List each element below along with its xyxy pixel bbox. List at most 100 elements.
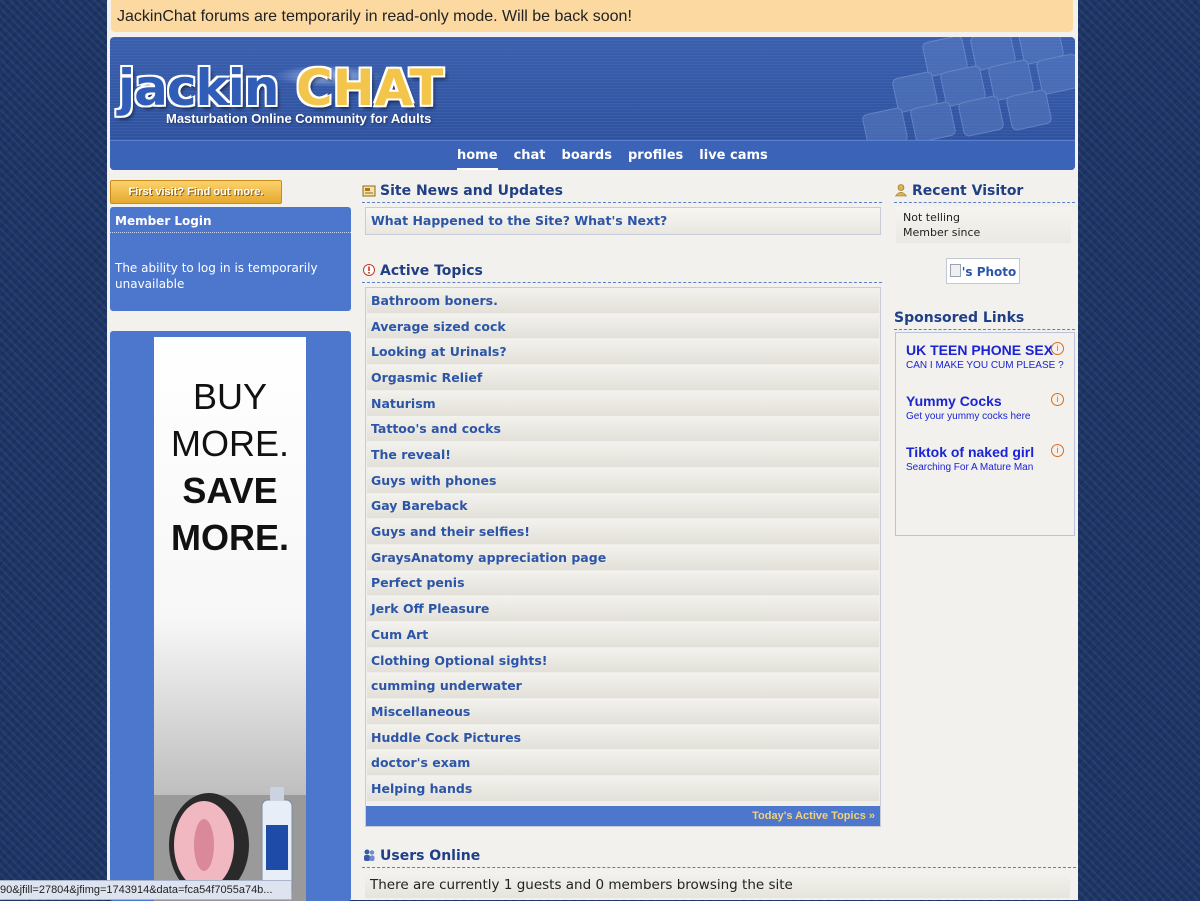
- sponsored-link-title[interactable]: Tiktok of naked girl: [906, 444, 1066, 460]
- advertisement-box: BUY MORE. SAVE MORE.: [110, 331, 351, 901]
- topic-link[interactable]: Miscellaneous: [371, 704, 470, 719]
- topic-row: Helping hands: [367, 776, 879, 801]
- visitor-member-since: Member since: [903, 226, 981, 239]
- topic-link[interactable]: doctor's exam: [371, 755, 470, 770]
- broken-image-icon: [949, 264, 961, 277]
- topic-row: cumming underwater: [367, 673, 879, 699]
- logo-text-chat: CHAT: [296, 59, 444, 117]
- nav-item-boards[interactable]: boards: [554, 141, 620, 170]
- topic-row: Miscellaneous: [367, 699, 879, 724]
- browser-status-bar: 90&jfill=27804&jfimg=1743914&data=fca54f…: [0, 880, 292, 900]
- topic-row: Tattoo's and cocks: [367, 416, 879, 442]
- topic-row: GraysAnatomy appreciation page: [367, 544, 879, 570]
- read-only-notice: JackinChat forums are temporarily in rea…: [111, 0, 1073, 32]
- visitor-photo-link[interactable]: 's Photo: [946, 258, 1020, 284]
- logo-tagline: Masturbation Online Community for Adults: [166, 111, 432, 126]
- topic-link[interactable]: cumming underwater: [371, 678, 522, 693]
- ad-line-save: SAVE: [182, 470, 278, 511]
- alert-icon: [363, 264, 375, 276]
- ad-line-more-1: MORE.: [170, 423, 289, 464]
- users-online-text: There are currently 1 guests and 0 membe…: [365, 872, 1070, 898]
- topic-link[interactable]: Orgasmic Relief: [371, 370, 482, 385]
- sponsored-link-subtitle: Searching For A Mature Man: [906, 462, 1034, 473]
- topic-link[interactable]: Guys and their selfies!: [371, 524, 530, 539]
- site-logo[interactable]: jackin CHAT Masturbation Online Communit…: [118, 59, 468, 129]
- ad-info-icon[interactable]: i: [1051, 342, 1064, 355]
- sponsored-link[interactable]: Yummy Cocks Get your yummy cocks here i: [906, 393, 1066, 422]
- sponsored-links-title: Sponsored Links: [894, 310, 1025, 326]
- topic-row: Jerk Off Pleasure: [367, 596, 879, 622]
- sponsored-links-heading: Sponsored Links: [894, 307, 1075, 330]
- topic-link[interactable]: Gay Bareback: [371, 498, 468, 513]
- topic-link[interactable]: Tattoo's and cocks: [371, 421, 501, 436]
- topic-link[interactable]: Naturism: [371, 396, 436, 411]
- topic-row: The reveal!: [367, 442, 879, 467]
- topic-row: Looking at Urinals?: [367, 339, 879, 365]
- ad-info-icon[interactable]: i: [1051, 393, 1064, 406]
- first-visit-button[interactable]: First visit? Find out more.: [110, 180, 282, 204]
- topic-link[interactable]: GraysAnatomy appreciation page: [371, 550, 606, 565]
- news-item-link[interactable]: What Happened to the Site? What's Next?: [371, 213, 667, 228]
- topic-link[interactable]: Guys with phones: [371, 473, 496, 488]
- todays-active-topics-link[interactable]: Today's Active Topics »: [752, 806, 875, 827]
- topic-link[interactable]: Looking at Urinals?: [371, 344, 507, 359]
- advertisement-banner[interactable]: BUY MORE. SAVE MORE.: [154, 337, 306, 901]
- topic-link[interactable]: Cum Art: [371, 627, 428, 642]
- site-news-heading: Site News and Updates: [362, 180, 882, 203]
- topic-row: doctor's exam: [367, 750, 879, 776]
- sponsored-links-box: UK TEEN PHONE SEX CAN I MAKE YOU CUM PLE…: [895, 332, 1075, 536]
- logo-text-jackin: jackin: [118, 59, 280, 117]
- topic-row: Bathroom boners.: [367, 288, 879, 313]
- nav-item-home[interactable]: home: [449, 141, 506, 170]
- ad-line-buy: BUY: [192, 376, 268, 417]
- sponsored-link[interactable]: Tiktok of naked girl Searching For A Mat…: [906, 444, 1066, 473]
- news-icon: [362, 185, 376, 197]
- main-nav: home chat boards profiles live cams: [110, 140, 1075, 170]
- users-online-heading: Users Online: [362, 845, 1076, 868]
- users-icon: [364, 849, 375, 861]
- topic-link[interactable]: Helping hands: [371, 781, 472, 796]
- topic-link[interactable]: Clothing Optional sights!: [371, 653, 547, 668]
- active-topics-list: Bathroom boners. Average sized cock Lookin…: [365, 287, 881, 827]
- topic-link[interactable]: Huddle Cock Pictures: [371, 730, 521, 745]
- recent-visitor-title: Recent Visitor: [912, 183, 1024, 199]
- site-news-title: Site News and Updates: [380, 183, 563, 199]
- sponsored-link-title[interactable]: Yummy Cocks: [906, 393, 1066, 409]
- topic-link[interactable]: Bathroom boners.: [371, 293, 498, 308]
- ad-line-more-2: MORE.: [170, 517, 289, 558]
- news-item-box: What Happened to the Site? What's Next?: [365, 207, 881, 235]
- topic-link[interactable]: Perfect penis: [371, 575, 465, 590]
- nav-item-live-cams[interactable]: live cams: [691, 141, 776, 170]
- topic-link[interactable]: The reveal!: [371, 447, 451, 462]
- ad-info-icon[interactable]: i: [1051, 444, 1064, 457]
- topic-row: Guys with phones: [367, 467, 879, 493]
- member-login-box: Member Login The ability to log in is te…: [110, 207, 351, 311]
- topic-row: Naturism: [367, 390, 879, 416]
- recent-visitor-info: Not telling Member since: [896, 207, 1071, 243]
- keyboard-graphic: [862, 37, 1075, 142]
- nav-item-profiles[interactable]: profiles: [620, 141, 691, 170]
- sponsored-link-subtitle: Get your yummy cocks here: [906, 411, 1031, 422]
- active-topics-title: Active Topics: [380, 263, 483, 279]
- member-login-title: Member Login: [110, 207, 351, 233]
- sponsored-link-title[interactable]: UK TEEN PHONE SEX: [906, 342, 1066, 358]
- visitor-name: Not telling: [903, 211, 960, 224]
- visitor-photo-label: 's Photo: [961, 265, 1017, 279]
- topic-row: Guys and their selfies!: [367, 519, 879, 544]
- users-online-title: Users Online: [380, 848, 481, 864]
- active-topics-footer: Today's Active Topics »: [366, 806, 880, 826]
- sponsored-link[interactable]: UK TEEN PHONE SEX CAN I MAKE YOU CUM PLE…: [906, 342, 1066, 371]
- user-icon: [894, 184, 908, 197]
- page-container: JackinChat forums are temporarily in rea…: [107, 0, 1078, 901]
- active-topics-heading: Active Topics: [362, 260, 882, 283]
- nav-item-chat[interactable]: chat: [506, 141, 554, 170]
- topic-row: Gay Bareback: [367, 493, 879, 519]
- topic-link[interactable]: Average sized cock: [371, 319, 506, 334]
- topic-row: Huddle Cock Pictures: [367, 724, 879, 750]
- topic-row: Cum Art: [367, 621, 879, 647]
- login-unavailable-text: The ability to log in is temporarily una…: [115, 261, 318, 291]
- site-header: jackin CHAT Masturbation Online Communit…: [110, 37, 1075, 170]
- topic-link[interactable]: Jerk Off Pleasure: [371, 601, 489, 616]
- sponsored-link-subtitle: CAN I MAKE YOU CUM PLEASE ?: [906, 360, 1064, 371]
- topic-row: Average sized cock: [367, 313, 879, 339]
